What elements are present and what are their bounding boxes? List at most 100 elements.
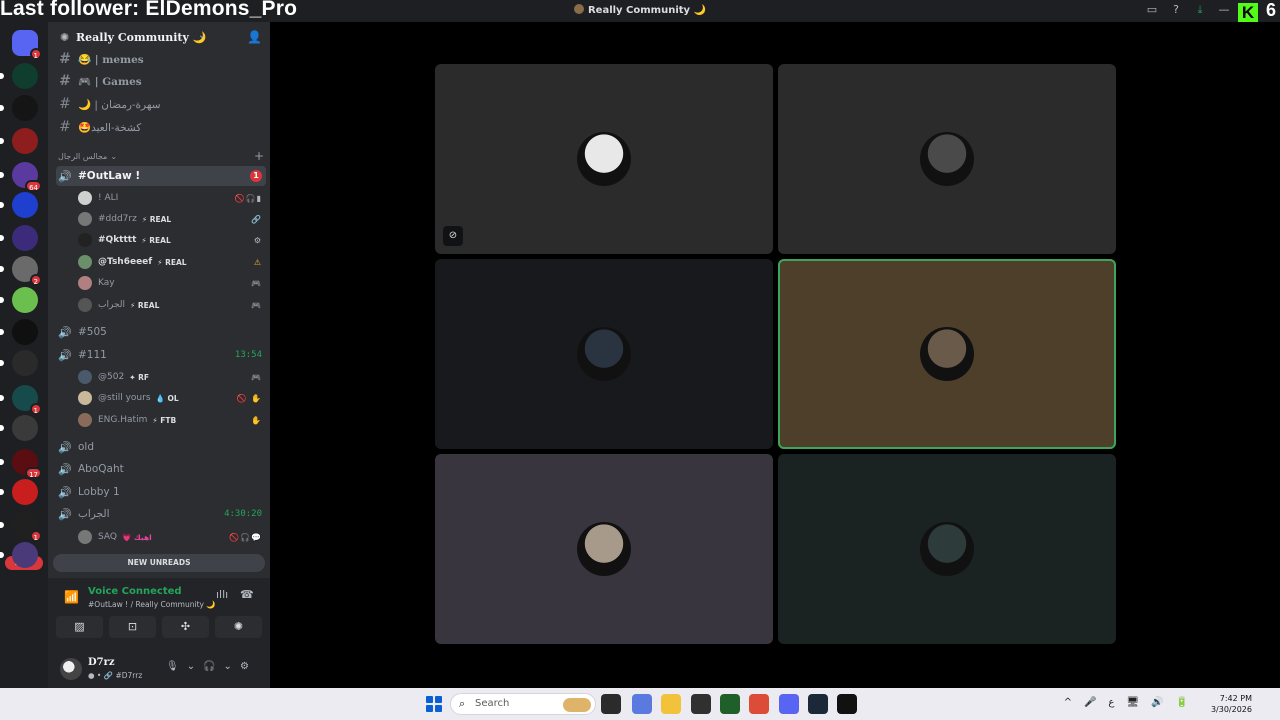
server-sw-icon[interactable] [0,63,38,89]
tile-user-5[interactable] [435,454,773,644]
server-blue-diamond-icon[interactable] [0,192,38,218]
soundboard-icon[interactable]: ✺ [215,616,262,638]
server-dark-icon[interactable] [0,95,38,121]
task-view-icon[interactable] [601,694,621,714]
voice-member-saq[interactable]: SAQ 💗 اهبك 🚫🎧💬 [78,527,262,547]
download-icon[interactable]: ⤓ [1194,3,1206,17]
voice-member[interactable]: #ddd7rz ⚡ REAL 🔗 [78,209,262,229]
copilot-icon[interactable] [632,694,652,714]
speaker-icon: 🔊 [58,440,72,454]
text-channel-games[interactable]: # 🎮 | Games [56,71,266,91]
voice-channel-lobby-1[interactable]: 🔊 Lobby 1 [56,482,266,502]
taskbar-clock[interactable]: 7:42 PM 3/30/2026 [1211,693,1252,715]
voice-member[interactable]: ! ALI 🚫🎧▮ [78,188,262,208]
steam-icon[interactable] [808,694,828,714]
unread-pill [0,235,4,241]
voice-connected-label[interactable]: Voice Connected [88,586,182,597]
voice-connected-channel[interactable]: #OutLaw ! / Really Community 🌙 [88,600,216,609]
file-explorer-icon[interactable] [661,694,681,714]
voice-channel-outlaw[interactable]: 🔊 #OutLaw ! 1 [56,166,266,186]
volume-icon[interactable]: 🔊 [1151,697,1163,708]
mention-badge: 2 [29,274,42,286]
unread-pill [0,105,4,111]
server-red-swirl-icon[interactable] [0,128,38,154]
server-rainbow-icon[interactable] [0,287,38,313]
server-crimson-icon[interactable]: 17 [0,449,42,479]
speaker-icon: 🔊 [58,325,72,339]
guild-header[interactable]: ✺ Really Community 🌙 ⌄ 👤 [48,22,270,52]
disconnect-icon[interactable]: ☎ [240,588,254,601]
voice-member[interactable]: @Tsh6eeef ⚡ REAL ⚠ [78,252,262,272]
tile-user-4[interactable] [778,259,1116,449]
discord-icon[interactable] [779,694,799,714]
voice-member[interactable]: @still yours 💧 OL 🚫 ✋ [78,388,262,408]
invite-people-icon[interactable]: 👤 [247,30,262,44]
server-61-icon[interactable]: 1 [0,512,42,542]
voice-member[interactable]: Kay 🎮 [78,273,262,293]
noise-suppression-icon[interactable]: ıllı [216,588,228,601]
server-gray-icon[interactable]: 2 [0,256,42,286]
search-icon: ⌕ [459,697,466,710]
microphone-icon[interactable]: 🎤 [1084,697,1096,708]
voice-channel-grab[interactable]: 🔊 الجراب 4:30:20 [56,504,266,524]
server-dev-icon[interactable] [0,225,38,251]
avatar [577,327,631,381]
battery-icon[interactable]: 🔋 [1176,697,1188,708]
unread-pill [0,138,4,144]
voice-member[interactable]: #Qktttt ⚡ REAL ⚙ [78,230,262,250]
microphone-icon[interactable]: 🎙 [166,661,179,672]
tile-user-1[interactable]: ⊘ [435,64,773,254]
voice-member[interactable]: @502 ✦ RF 🎮 [78,367,262,387]
text-channel-ramadan[interactable]: # 🌙 | سهرة-رمضان [56,94,266,114]
show-hidden-icons-icon[interactable]: ^ [1064,697,1072,708]
text-channel-eid[interactable]: # 🤩كشخة-العيد [56,117,266,137]
hash-icon: # [59,119,71,135]
terminal-icon[interactable] [720,694,740,714]
server-mono-icon[interactable] [0,415,38,441]
start-button[interactable] [426,696,442,712]
voice-channel-505[interactable]: 🔊 #505 [56,322,266,342]
minimize-icon[interactable]: — [1218,3,1230,17]
obs-icon[interactable] [691,694,711,714]
headphones-icon[interactable]: 🎧 [203,661,215,672]
chevron-down-icon[interactable]: ⌄ [224,661,232,672]
server-red-icon[interactable] [0,479,38,505]
create-channel-icon[interactable]: + [254,149,264,163]
member-status-icons: 🚫🎧▮ [234,193,262,203]
chevron-down-icon[interactable]: ⌄ [187,661,195,672]
signal-strength-icon[interactable]: 📶 [64,590,79,604]
server-purple-icon[interactable]: 64 [0,162,42,192]
tile-user-3[interactable] [435,259,773,449]
server-black-icon[interactable] [0,319,38,345]
camera-off-icon[interactable]: ▨ [56,616,103,638]
language-icon[interactable]: ع [1108,697,1114,708]
capcut-icon[interactable] [837,694,857,714]
new-unreads-button[interactable]: NEW UNREADS [53,554,265,572]
server-f13-icon[interactable] [0,350,38,376]
screen-share-icon[interactable]: ⊡ [109,616,156,638]
gear-icon[interactable]: ⚙ [240,661,249,672]
member-status-icons: 🎮 [251,300,262,310]
network-icon[interactable]: 🖥 [1126,697,1139,708]
username[interactable]: D7rz [88,657,115,668]
category-header[interactable]: مجالس الرجال ⌄ + [58,149,264,163]
voice-member[interactable]: ENG.Hatim ⚡ FTB ✋ [78,410,262,430]
user-panel: D7rz ● • 🔗 #D7rrz 🎙 ⌄ 🎧 ⌄ ⚙ [48,648,270,688]
unread-pill [0,395,4,401]
avatar[interactable] [60,658,82,680]
text-channel-memes[interactable]: # 😂 | memes [56,49,266,69]
chrome-icon[interactable] [749,694,769,714]
voice-channel-old[interactable]: 🔊 old [56,437,266,457]
screen-share-icon[interactable]: ▭ [1146,3,1158,17]
voice-member[interactable]: الجراب ⚡ REAL 🎮 [78,295,262,315]
voice-channel-111[interactable]: 🔊 #111 13:54 [56,345,266,365]
help-icon[interactable]: ? [1170,3,1182,17]
tile-user-2[interactable] [778,64,1116,254]
direct-messages-icon[interactable]: 1 [12,30,42,60]
voice-channel-aboqaht[interactable]: 🔊 AboQaht [56,459,266,479]
taskbar-search[interactable]: ⌕ Search [450,693,596,715]
server-teal-icon[interactable]: 1 [0,385,42,415]
server-violet-icon[interactable] [0,542,38,568]
activities-icon[interactable]: ✣ [162,616,209,638]
tile-user-6[interactable] [778,454,1116,644]
